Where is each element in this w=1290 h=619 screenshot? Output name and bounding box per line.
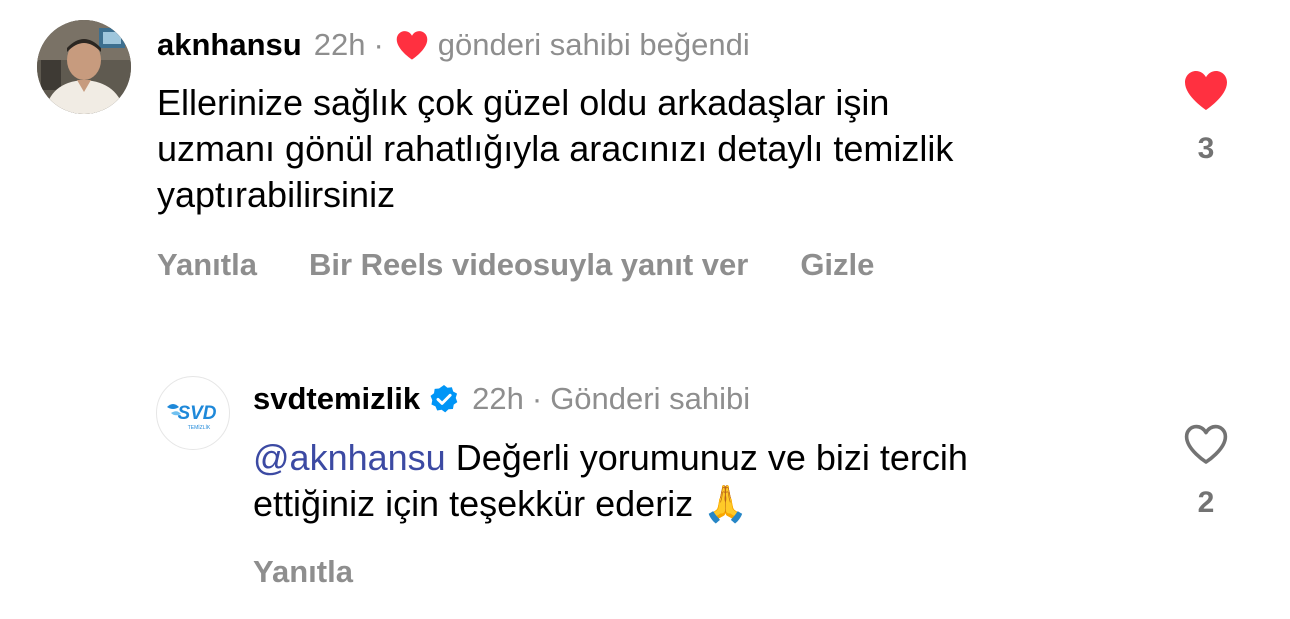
separator-dot: · bbox=[373, 27, 384, 62]
like-column: 3 bbox=[1176, 68, 1236, 166]
username[interactable]: svdtemizlik bbox=[253, 379, 420, 419]
author-badge: Gönderi sahibi bbox=[550, 381, 751, 416]
comment-text: ettiğiniz için teşekkür ederiz bbox=[253, 483, 694, 524]
like-count[interactable]: 2 bbox=[1198, 486, 1215, 520]
mention-link[interactable]: @aknhansu bbox=[253, 437, 446, 478]
reply-button[interactable]: Yanıtla bbox=[157, 247, 257, 283]
comment-text-line: Ellerinize sağlık çok güzel oldu arkadaş… bbox=[157, 82, 890, 123]
reply-button[interactable]: Yanıtla bbox=[253, 554, 353, 590]
comment-text: Değerli yorumunuz ve bizi tercih bbox=[455, 437, 968, 478]
praying-hands-emoji: 🙏 bbox=[703, 484, 749, 525]
verified-badge-icon bbox=[428, 383, 460, 415]
like-count[interactable]: 3 bbox=[1198, 132, 1215, 166]
avatar-photo bbox=[37, 20, 131, 114]
logo-subtext: TEMİZLİK bbox=[188, 424, 211, 431]
avatar[interactable]: SVD TEMİZLİK bbox=[156, 376, 230, 450]
author-liked-heart-icon bbox=[394, 29, 430, 61]
like-heart-filled-icon[interactable] bbox=[1181, 68, 1231, 112]
comment-svdtemizlik: SVD TEMİZLİK svdtemizlik 22h · Gönderi s… bbox=[0, 350, 1290, 619]
comment-text-line: ettiğiniz için teşekkür ederiz 🙏 bbox=[253, 481, 968, 528]
comment-body: Ellerinize sağlık çok güzel oldu arkadaş… bbox=[157, 80, 953, 218]
avatar[interactable] bbox=[37, 20, 131, 114]
comment-body: @aknhansu Değerli yorumunuz ve bizi terc… bbox=[253, 435, 968, 528]
like-heart-outline-icon[interactable] bbox=[1181, 422, 1231, 466]
comment-text-line: @aknhansu Değerli yorumunuz ve bizi terc… bbox=[253, 435, 968, 481]
logo-text: SVD bbox=[177, 403, 216, 424]
username[interactable]: aknhansu bbox=[157, 25, 302, 65]
author-liked-text: gönderi sahibi beğendi bbox=[437, 27, 750, 62]
comment-header: svdtemizlik 22h · Gönderi sahibi bbox=[253, 379, 750, 419]
comment-text-line: yaptırabilirsiniz bbox=[157, 174, 396, 215]
reels-reply-button[interactable]: Bir Reels videosuyla yanıt ver bbox=[309, 247, 748, 283]
timestamp[interactable]: 22h bbox=[472, 379, 524, 419]
comment-text-line: uzmanı gönül rahatlığıyla aracınızı deta… bbox=[157, 128, 954, 169]
hide-button[interactable]: Gizle bbox=[800, 247, 874, 283]
separator-dot: · bbox=[531, 381, 543, 416]
like-column: 2 bbox=[1176, 422, 1236, 520]
comment-actions: Yanıtla Bir Reels videosuyla yanıt ver G… bbox=[157, 247, 874, 283]
timestamp[interactable]: 22h bbox=[314, 25, 366, 65]
comment-header: aknhansu 22h · gönderi sahibi beğendi bbox=[157, 25, 750, 65]
svd-logo: SVD TEMİZLİK bbox=[167, 403, 217, 431]
comment-actions: Yanıtla bbox=[253, 554, 353, 590]
comment-aknhansu: aknhansu 22h · gönderi sahibi beğendi El… bbox=[0, 0, 1290, 310]
